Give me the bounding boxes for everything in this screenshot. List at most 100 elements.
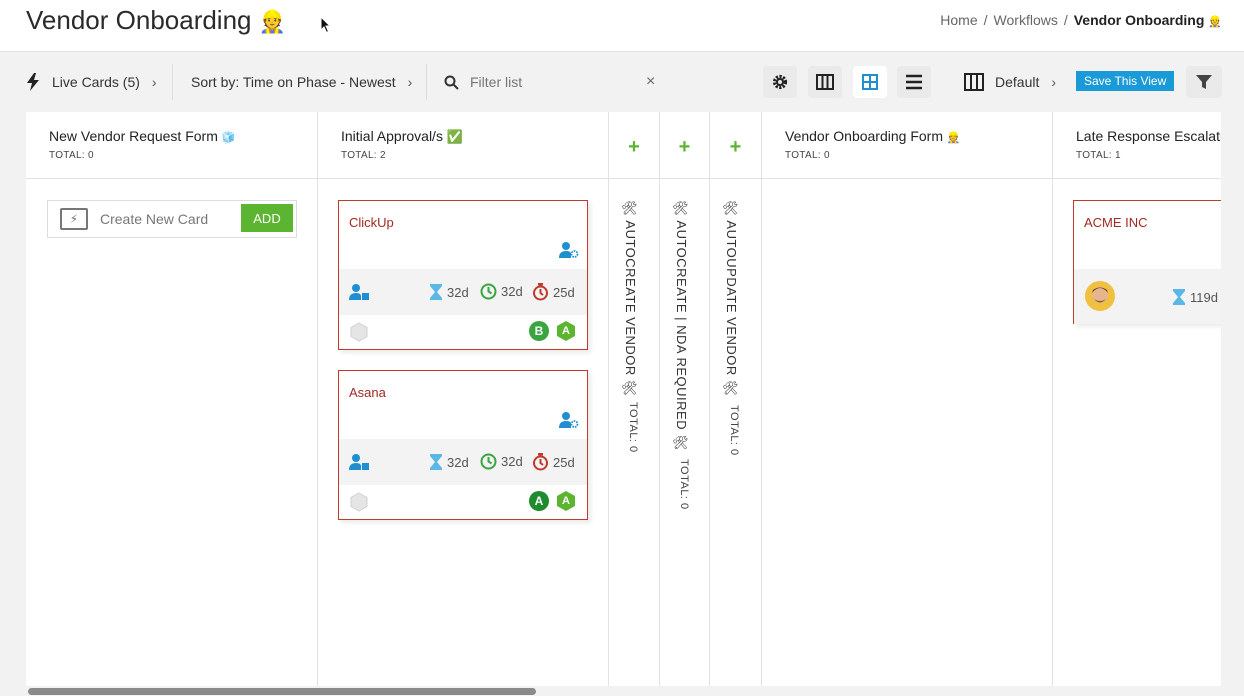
approver-hex-label: A bbox=[562, 495, 570, 507]
assign-user-icon[interactable] bbox=[559, 241, 579, 259]
columns-icon bbox=[964, 73, 984, 91]
chevron-right-icon: › bbox=[1051, 74, 1057, 90]
card-title[interactable]: Asana bbox=[349, 385, 386, 400]
chevron-right-icon: › bbox=[407, 74, 413, 90]
column-total: TOTAL: 0 bbox=[728, 405, 740, 456]
view-selector[interactable]: Default › bbox=[964, 52, 1056, 112]
column-title: Vendor Onboarding Form 👷 bbox=[785, 128, 961, 144]
column-total: TOTAL: 2 bbox=[341, 150, 386, 161]
column-new-vendor-request: New Vendor Request Form 🧊 TOTAL: 0 ⚡ Cre… bbox=[26, 112, 318, 686]
card-acme-inc[interactable]: ACME INC 119d bbox=[1073, 200, 1221, 324]
breadcrumb-separator: / bbox=[1063, 12, 1068, 28]
card-title[interactable]: ACME INC bbox=[1084, 215, 1148, 230]
add-card-plus-icon[interactable]: + bbox=[730, 136, 742, 159]
save-view-button[interactable]: Save This View bbox=[1076, 71, 1175, 91]
add-card-button[interactable]: ADD bbox=[241, 204, 293, 232]
create-card-input[interactable]: Create New Card bbox=[100, 211, 208, 227]
funnel-icon bbox=[1196, 75, 1212, 89]
column-header[interactable]: Late Response Escalation TOTAL: 1 bbox=[1053, 112, 1221, 179]
column-autocreate-vendor[interactable]: + 🛠 AUTOCREATE VENDOR 🛠 TOTAL: 0 bbox=[609, 112, 660, 686]
stopwatch-icon bbox=[533, 283, 548, 301]
due-value: 32d bbox=[447, 284, 469, 300]
user-card-icon[interactable] bbox=[349, 453, 369, 471]
column-title: 🛠 AUTOUPDATE VENDOR 🛠 bbox=[724, 200, 739, 397]
lightning-icon bbox=[27, 73, 39, 91]
add-card-plus-icon[interactable]: + bbox=[628, 136, 640, 159]
card-meta: 32d 32d 25d bbox=[339, 269, 587, 315]
column-title-text: Vendor Onboarding Form bbox=[785, 128, 943, 144]
column-title: Initial Approval/s ✅ bbox=[341, 128, 463, 145]
board-toolbar: Live Cards (5) › Sort by: Time on Phase … bbox=[0, 52, 1244, 112]
avatar[interactable] bbox=[1085, 281, 1115, 311]
hourglass-icon bbox=[430, 284, 442, 300]
page-header: Vendor Onboarding 👷 Home / Workflows / Ven… bbox=[0, 0, 1244, 52]
clear-filter-icon[interactable]: × bbox=[646, 73, 655, 91]
card-clickup[interactable]: ClickUp 32d 32d 25d B A bbox=[338, 200, 588, 350]
card-meta: 119d bbox=[1074, 269, 1221, 324]
column-view-button[interactable] bbox=[808, 66, 842, 98]
mouse-cursor-icon bbox=[320, 16, 332, 34]
cube-icon bbox=[350, 492, 368, 512]
breadcrumb-current-label: Vendor Onboarding bbox=[1073, 12, 1205, 28]
column-title-text: Initial Approval/s bbox=[341, 128, 443, 144]
column-title: New Vendor Request Form 🧊 bbox=[49, 128, 235, 144]
user-card-icon[interactable] bbox=[349, 283, 369, 301]
sort-by-menu[interactable]: Sort by: Time on Phase - Newest › bbox=[191, 52, 412, 112]
approver-badge[interactable]: A bbox=[529, 491, 549, 511]
view-name: Default bbox=[995, 74, 1040, 90]
due-stat: 32d bbox=[429, 283, 469, 301]
column-title: 🛠 AUTOCREATE VENDOR 🛠 bbox=[623, 200, 638, 397]
column-total: TOTAL: 0 bbox=[49, 150, 94, 161]
add-card-plus-icon[interactable]: + bbox=[679, 136, 691, 159]
worker-emoji-icon: 👷 bbox=[946, 132, 961, 144]
column-total: TOTAL: 1 bbox=[1076, 150, 1121, 161]
settings-button[interactable] bbox=[763, 66, 797, 98]
approver-badge[interactable]: B bbox=[529, 321, 549, 341]
filter-input[interactable] bbox=[470, 74, 620, 90]
column-header[interactable]: New Vendor Request Form 🧊 TOTAL: 0 bbox=[26, 112, 317, 179]
toolbar-divider bbox=[426, 64, 427, 100]
column-autoupdate-vendor[interactable]: + 🛠 AUTOUPDATE VENDOR 🛠 TOTAL: 0 bbox=[710, 112, 762, 686]
column-header[interactable]: Initial Approval/s ✅ TOTAL: 2 bbox=[318, 112, 608, 179]
assign-user-icon[interactable] bbox=[559, 411, 579, 429]
due-value: 119d bbox=[1190, 289, 1218, 305]
column-vendor-onboarding-form: Vendor Onboarding Form 👷 TOTAL: 0 bbox=[762, 112, 1053, 686]
grid-view-button[interactable] bbox=[853, 66, 887, 98]
due-stat: 119d bbox=[1172, 288, 1218, 306]
due-value: 32d bbox=[447, 454, 469, 470]
phase-stat: 32d bbox=[480, 283, 523, 300]
live-cards-menu[interactable]: Live Cards (5) › bbox=[26, 52, 157, 112]
timer-value: 25d bbox=[553, 284, 575, 300]
page-title: Vendor Onboarding 👷 bbox=[26, 5, 286, 36]
card-footer: B A bbox=[339, 315, 587, 351]
column-header: + bbox=[660, 112, 709, 179]
breadcrumb-workflows[interactable]: Workflows bbox=[994, 12, 1058, 28]
check-mark-icon: ✅ bbox=[446, 129, 464, 144]
list-view-button[interactable] bbox=[897, 66, 931, 98]
column-autocreate-nda[interactable]: + 🛠 AUTOCREATE | NDA REQUIRED 🛠 TOTAL: 0 bbox=[660, 112, 710, 686]
search-icon bbox=[444, 75, 459, 90]
column-header[interactable]: Vendor Onboarding Form 👷 TOTAL: 0 bbox=[762, 112, 1052, 179]
breadcrumb-home[interactable]: Home bbox=[940, 12, 977, 28]
create-card-form: ⚡ Create New Card ADD bbox=[47, 200, 297, 238]
filter-box: × bbox=[444, 52, 655, 112]
page-title-text: Vendor Onboarding bbox=[26, 5, 252, 35]
filter-button[interactable] bbox=[1186, 66, 1222, 98]
toolbar-divider bbox=[172, 64, 173, 100]
column-total: TOTAL: 0 bbox=[678, 459, 690, 510]
columns-icon bbox=[816, 74, 834, 90]
card-asana[interactable]: Asana 32d 32d 25d A A bbox=[338, 370, 588, 520]
ice-cube-icon: 🧊 bbox=[221, 132, 236, 144]
approver-hex-badge[interactable]: A bbox=[555, 320, 577, 342]
column-title: Late Response Escalation bbox=[1076, 128, 1221, 144]
timer-stat: 25d bbox=[532, 283, 575, 301]
column-initial-approvals: Initial Approval/s ✅ TOTAL: 2 ClickUp 32… bbox=[318, 112, 609, 686]
card-title[interactable]: ClickUp bbox=[349, 215, 394, 230]
kanban-board: New Vendor Request Form 🧊 TOTAL: 0 ⚡ Cre… bbox=[26, 112, 1221, 686]
card-meta: 32d 32d 25d bbox=[339, 439, 587, 485]
scrollbar-thumb[interactable] bbox=[28, 688, 536, 695]
horizontal-scrollbar[interactable] bbox=[26, 686, 1221, 696]
stopwatch-icon bbox=[533, 453, 548, 471]
approver-hex-badge[interactable]: A bbox=[555, 490, 577, 512]
sort-by-label: Sort by: Time on Phase - Newest bbox=[191, 74, 396, 90]
